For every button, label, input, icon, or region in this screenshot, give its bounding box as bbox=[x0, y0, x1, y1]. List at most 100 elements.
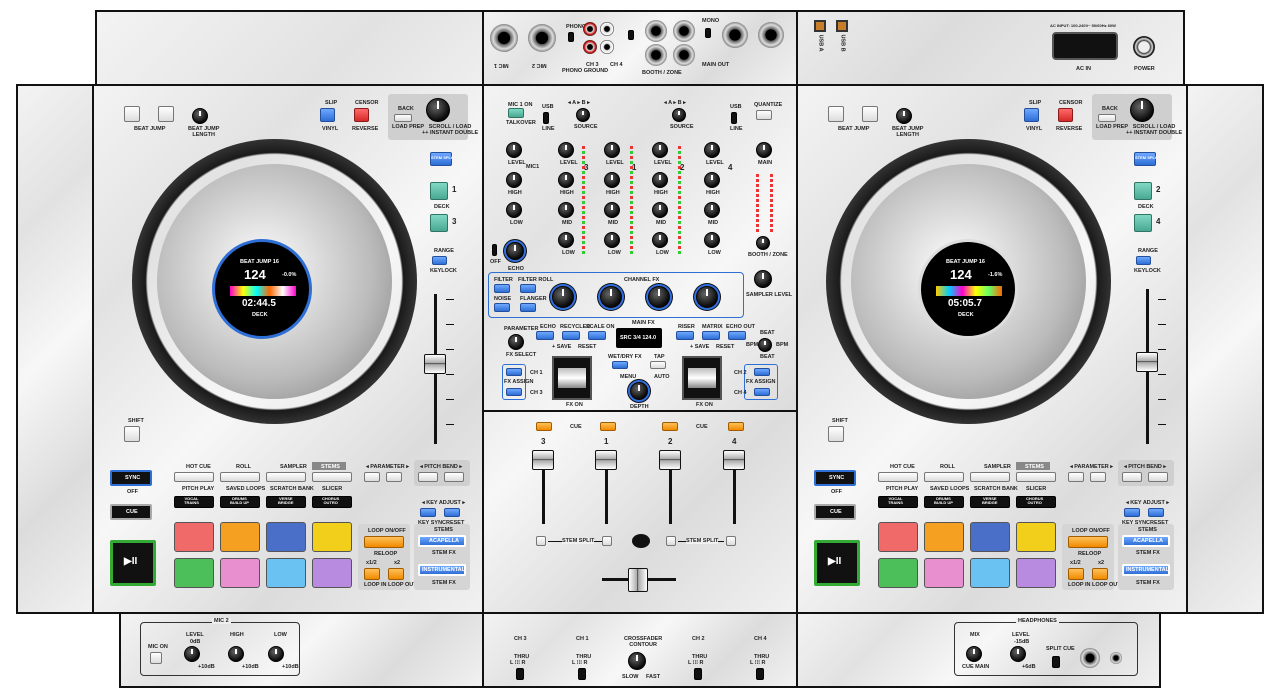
fx-assign-ch4-button[interactable] bbox=[754, 388, 770, 396]
performance-pad-3[interactable] bbox=[266, 522, 306, 552]
split-cue-switch[interactable] bbox=[1052, 656, 1060, 668]
cue-ch1-button[interactable] bbox=[600, 422, 616, 431]
cue-ch2-button[interactable] bbox=[662, 422, 678, 431]
beat-jump-length-knob[interactable] bbox=[192, 108, 208, 124]
wet-dry-button[interactable] bbox=[612, 361, 628, 369]
pitch-bend-down-button[interactable] bbox=[418, 472, 438, 482]
ch3-fader-cap[interactable] bbox=[532, 450, 554, 470]
ch3-mid-knob[interactable] bbox=[558, 202, 574, 218]
scroll-load-knob[interactable] bbox=[426, 98, 450, 122]
censor-button[interactable] bbox=[1058, 108, 1073, 122]
sampler-mode-button[interactable] bbox=[970, 472, 1010, 482]
performance-pad-7[interactable] bbox=[970, 558, 1010, 588]
ch4-mid-knob[interactable] bbox=[704, 202, 720, 218]
beat-jump-back-button[interactable] bbox=[124, 106, 140, 122]
parameter-left-button[interactable] bbox=[364, 472, 380, 482]
main-out-l-trs[interactable] bbox=[673, 20, 695, 42]
ch1-mid-knob[interactable] bbox=[604, 202, 620, 218]
beat-jump-fwd-button[interactable] bbox=[862, 106, 878, 122]
censor-button[interactable] bbox=[354, 108, 369, 122]
parameter-right-button[interactable] bbox=[1090, 472, 1106, 482]
ch3-high-knob[interactable] bbox=[558, 172, 574, 188]
fx-on-right-paddle[interactable] bbox=[682, 356, 722, 400]
range-button[interactable] bbox=[1136, 256, 1151, 265]
shift-button[interactable] bbox=[828, 426, 844, 442]
recycler-button[interactable] bbox=[562, 331, 580, 340]
stem-split-right-button[interactable] bbox=[726, 536, 736, 546]
mic1-xlr-jack[interactable] bbox=[490, 24, 518, 52]
filter-roll-button[interactable] bbox=[520, 284, 536, 293]
sampler-level-knob[interactable] bbox=[754, 270, 772, 288]
range-button[interactable] bbox=[432, 256, 447, 265]
echo-knob[interactable] bbox=[506, 242, 524, 260]
ch1-low-knob[interactable] bbox=[604, 232, 620, 248]
mic1-low-knob[interactable] bbox=[506, 202, 522, 218]
performance-pad-3[interactable] bbox=[970, 522, 1010, 552]
booth-out-l[interactable] bbox=[645, 20, 667, 42]
hotcue-mode-button[interactable] bbox=[878, 472, 918, 482]
parameter-knob[interactable] bbox=[508, 334, 524, 350]
booth-zone-knob[interactable] bbox=[756, 236, 770, 250]
performance-pad-1[interactable] bbox=[878, 522, 918, 552]
performance-pad-8[interactable] bbox=[1016, 558, 1056, 588]
ch4-level-knob[interactable] bbox=[704, 142, 720, 158]
pitch-bend-down-button[interactable] bbox=[1122, 472, 1142, 482]
headphone-jack-large[interactable] bbox=[1080, 648, 1100, 668]
usb-a-port[interactable] bbox=[814, 20, 826, 32]
mic2-level-knob[interactable] bbox=[184, 646, 200, 662]
mic2-high-knob[interactable] bbox=[228, 646, 244, 662]
ch3-level-knob[interactable] bbox=[558, 142, 574, 158]
fx-assign-ch1-button[interactable] bbox=[506, 368, 522, 376]
key-reset-button[interactable] bbox=[1148, 508, 1164, 517]
stem-split-right-edit-button[interactable] bbox=[666, 536, 676, 546]
ch2-crossfader-assign-switch[interactable] bbox=[694, 668, 702, 680]
main-level-knob[interactable] bbox=[756, 142, 772, 158]
performance-pad-5[interactable] bbox=[174, 558, 214, 588]
source-switch-1[interactable] bbox=[543, 112, 549, 124]
deck-2-button[interactable] bbox=[1134, 182, 1152, 200]
roll-mode-button[interactable] bbox=[924, 472, 964, 482]
performance-pad-1[interactable] bbox=[174, 522, 214, 552]
performance-pad-6[interactable] bbox=[220, 558, 260, 588]
hotcue-mode-button[interactable] bbox=[174, 472, 214, 482]
pitch-fader-cap[interactable] bbox=[1136, 352, 1158, 372]
ch4-low-knob[interactable] bbox=[704, 232, 720, 248]
loop-in-button[interactable] bbox=[1068, 568, 1084, 580]
ch2-fader-cap[interactable] bbox=[659, 450, 681, 470]
loop-onoff-button[interactable] bbox=[364, 536, 404, 548]
echo-out-button[interactable] bbox=[728, 331, 746, 340]
pitch-bend-up-button[interactable] bbox=[1148, 472, 1168, 482]
hp-level-knob[interactable] bbox=[1010, 646, 1026, 662]
pitch-fader-cap[interactable] bbox=[424, 354, 446, 374]
mic2-low-knob[interactable] bbox=[268, 646, 284, 662]
performance-pad-2[interactable] bbox=[220, 522, 260, 552]
performance-pad-4[interactable] bbox=[312, 522, 352, 552]
quantize-button[interactable] bbox=[756, 110, 772, 120]
deck-4-button[interactable] bbox=[1134, 214, 1152, 232]
mic1-level-knob[interactable] bbox=[506, 142, 522, 158]
ch4-crossfader-assign-switch[interactable] bbox=[756, 668, 764, 680]
ch3-crossfader-assign-switch[interactable] bbox=[516, 668, 524, 680]
key-sync-button[interactable] bbox=[1124, 508, 1140, 517]
roll-mode-button[interactable] bbox=[220, 472, 260, 482]
booth-out-r[interactable] bbox=[645, 44, 667, 66]
mic1-on-button[interactable] bbox=[508, 108, 524, 118]
key-reset-button[interactable] bbox=[444, 508, 460, 517]
echo-fx-button[interactable] bbox=[536, 331, 554, 340]
ch1-level-knob[interactable] bbox=[604, 142, 620, 158]
ch2-high-knob[interactable] bbox=[652, 172, 668, 188]
ch1-high-knob[interactable] bbox=[604, 172, 620, 188]
ch1-fader-cap[interactable] bbox=[595, 450, 617, 470]
ch4-fader-cap[interactable] bbox=[723, 450, 745, 470]
source-switch-2[interactable] bbox=[731, 112, 737, 124]
beat-bpm-knob[interactable] bbox=[758, 338, 772, 352]
slip-button[interactable] bbox=[320, 108, 335, 122]
performance-pad-5[interactable] bbox=[878, 558, 918, 588]
deck-3-button[interactable] bbox=[430, 214, 448, 232]
stem-split-left-edit-button[interactable] bbox=[602, 536, 612, 546]
loop-in-button[interactable] bbox=[364, 568, 380, 580]
loop-onoff-button[interactable] bbox=[1068, 536, 1108, 548]
fx-assign-ch2-button[interactable] bbox=[754, 368, 770, 376]
pitch-bend-up-button[interactable] bbox=[444, 472, 464, 482]
ch4-phono-switch[interactable] bbox=[628, 30, 634, 40]
